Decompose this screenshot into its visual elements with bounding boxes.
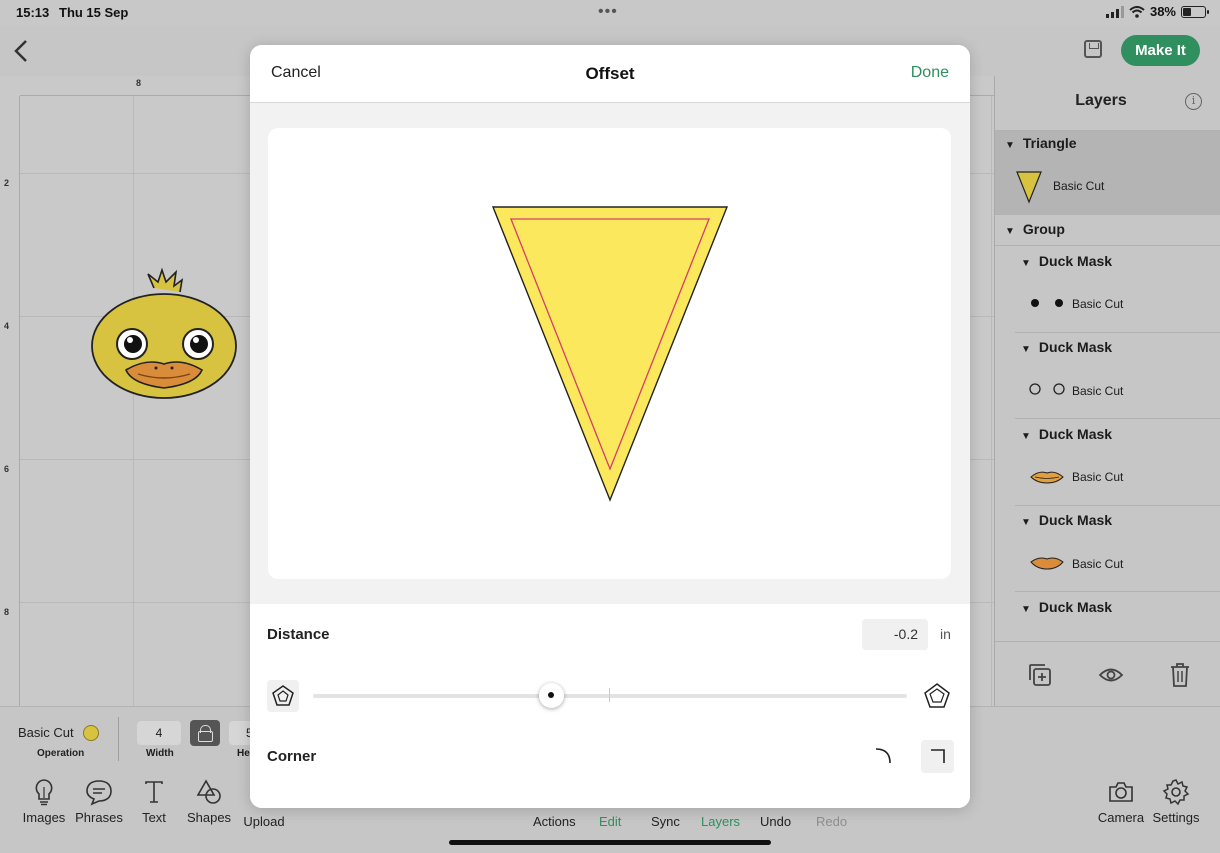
battery-icon xyxy=(1181,5,1209,18)
operation-value[interactable]: Basic Cut xyxy=(18,725,74,740)
offset-preview-shape xyxy=(491,206,729,502)
layer-group-triangle[interactable]: ▼ Triangle xyxy=(1005,135,1077,151)
camera-tool[interactable]: Camera xyxy=(1091,778,1151,825)
nav-edit[interactable]: Edit xyxy=(599,814,621,829)
layer-item-label[interactable]: Basic Cut xyxy=(1072,557,1123,571)
signal-icon xyxy=(1105,5,1124,18)
cancel-button[interactable]: Cancel xyxy=(271,64,321,82)
speech-bubble-icon xyxy=(86,780,112,806)
square-corner-button[interactable] xyxy=(921,740,954,773)
eyes-outline-thumb-icon xyxy=(1029,383,1065,395)
upload-tool[interactable]: Upload xyxy=(234,814,294,829)
save-icon[interactable] xyxy=(1084,40,1102,58)
triangle-shape xyxy=(491,206,729,502)
gear-icon xyxy=(1162,779,1190,806)
dialog-title: Offset xyxy=(585,64,635,83)
beak-orange-thumb-icon xyxy=(1030,557,1064,570)
multitask-dots[interactable]: ••• xyxy=(598,3,618,21)
nav-layers[interactable]: Layers xyxy=(701,814,740,829)
distance-label: Distance xyxy=(267,626,330,643)
ruler-top-label: 8 xyxy=(136,78,142,88)
distance-unit: in xyxy=(940,626,951,642)
nav-actions[interactable]: Actions xyxy=(533,814,576,829)
tool-label: Camera xyxy=(1097,810,1145,825)
ruler-left-label: 8 xyxy=(4,607,10,617)
layers-panel: Layers i ▼ Triangle Basic Cut ▼ Group ▼ Duc… xyxy=(994,76,1220,706)
offset-controls: Distance -0.2 in Corner xyxy=(250,604,970,808)
ruler-left-label: 6 xyxy=(4,464,10,474)
offset-dialog: Offset Cancel Done Distance -0.2 in Corn… xyxy=(250,45,970,808)
home-indicator[interactable] xyxy=(449,840,771,845)
layer-item-label[interactable]: Basic Cut xyxy=(1072,297,1123,311)
images-tool[interactable]: Images xyxy=(14,778,74,825)
camera-icon xyxy=(1109,782,1133,802)
slider-center-tick xyxy=(609,688,610,702)
nav-undo[interactable]: Undo xyxy=(760,814,791,829)
layer-group-duck-mask[interactable]: ▼ Duck Mask xyxy=(1021,339,1112,355)
ruler-left-label: 4 xyxy=(4,321,10,331)
visibility-eye-icon[interactable] xyxy=(1098,666,1124,684)
status-date: Thu 15 Sep xyxy=(59,5,129,20)
status-bar: 15:13 Thu 15 Sep ••• 38% xyxy=(0,0,1220,26)
phrases-tool[interactable]: Phrases xyxy=(69,778,129,825)
tool-label: Text xyxy=(142,810,166,825)
distance-input[interactable]: -0.2 xyxy=(862,619,928,650)
width-label: Width xyxy=(146,748,174,759)
layer-group-duck-mask[interactable]: ▼ Duck Mask xyxy=(1021,253,1112,269)
nav-sync[interactable]: Sync xyxy=(651,814,680,829)
layer-group-duck-mask[interactable]: ▼ Duck Mask xyxy=(1021,426,1112,442)
operation-label: Operation xyxy=(37,748,85,759)
ruler-left-label: 2 xyxy=(4,178,10,188)
triangle-thumb-icon xyxy=(1016,171,1042,204)
rounded-corner-icon[interactable] xyxy=(870,741,900,771)
back-chevron-icon[interactable] xyxy=(10,38,32,64)
inset-pentagon-icon[interactable] xyxy=(267,680,299,712)
tool-label: Phrases xyxy=(75,810,123,825)
text-tool[interactable]: Text xyxy=(124,778,184,825)
info-icon[interactable]: i xyxy=(1185,93,1202,110)
tool-label: Upload xyxy=(243,814,285,829)
status-time: 15:13 xyxy=(16,5,50,20)
layer-item-label[interactable]: Basic Cut xyxy=(1053,179,1104,193)
wifi-icon xyxy=(1129,5,1145,18)
trash-icon[interactable] xyxy=(1169,662,1191,688)
distance-slider-track[interactable] xyxy=(313,694,907,698)
outset-pentagon-icon[interactable] xyxy=(922,681,952,711)
status-right: 38% xyxy=(1105,4,1209,19)
layer-item-label[interactable]: Basic Cut xyxy=(1072,384,1123,398)
preview-area xyxy=(250,103,970,604)
divider xyxy=(118,717,119,761)
beak-thumb-icon xyxy=(1030,471,1064,484)
ruler-left: 2 4 6 8 xyxy=(0,96,20,706)
layer-group-duck-mask[interactable]: ▼ Duck Mask xyxy=(1021,599,1112,615)
layer-group-group[interactable]: ▼ Group xyxy=(1005,221,1065,237)
shapes-icon xyxy=(196,779,221,804)
text-t-icon xyxy=(145,781,163,803)
lock-icon[interactable] xyxy=(190,720,220,746)
layer-item-label[interactable]: Basic Cut xyxy=(1072,470,1123,484)
width-input[interactable]: 4 xyxy=(137,721,181,745)
tool-label: Shapes xyxy=(186,810,232,825)
distance-slider-handle[interactable] xyxy=(539,683,564,708)
lightbulb-icon xyxy=(35,779,53,806)
dialog-header: Offset Cancel Done xyxy=(250,45,970,103)
shapes-tool[interactable]: Shapes xyxy=(179,778,239,825)
corner-label: Corner xyxy=(267,748,317,765)
make-it-button[interactable]: Make It xyxy=(1121,35,1200,66)
layer-group-duck-mask[interactable]: ▼ Duck Mask xyxy=(1021,512,1112,528)
dots-thumb-icon xyxy=(1031,299,1063,307)
tool-label: Settings xyxy=(1152,810,1200,825)
done-button[interactable]: Done xyxy=(911,64,949,82)
duplicate-icon[interactable] xyxy=(1028,663,1052,687)
layer-actions-bar xyxy=(994,641,1220,706)
duck-mask-design[interactable] xyxy=(86,266,242,402)
layers-title: Layers xyxy=(1075,92,1127,109)
battery-percent: 38% xyxy=(1149,4,1176,19)
nav-redo[interactable]: Redo xyxy=(816,814,847,829)
operation-color-swatch[interactable] xyxy=(83,725,99,741)
settings-tool[interactable]: Settings xyxy=(1146,778,1206,825)
square-corner-icon xyxy=(931,749,945,763)
tool-label: Images xyxy=(22,810,66,825)
offset-preview xyxy=(268,128,951,579)
